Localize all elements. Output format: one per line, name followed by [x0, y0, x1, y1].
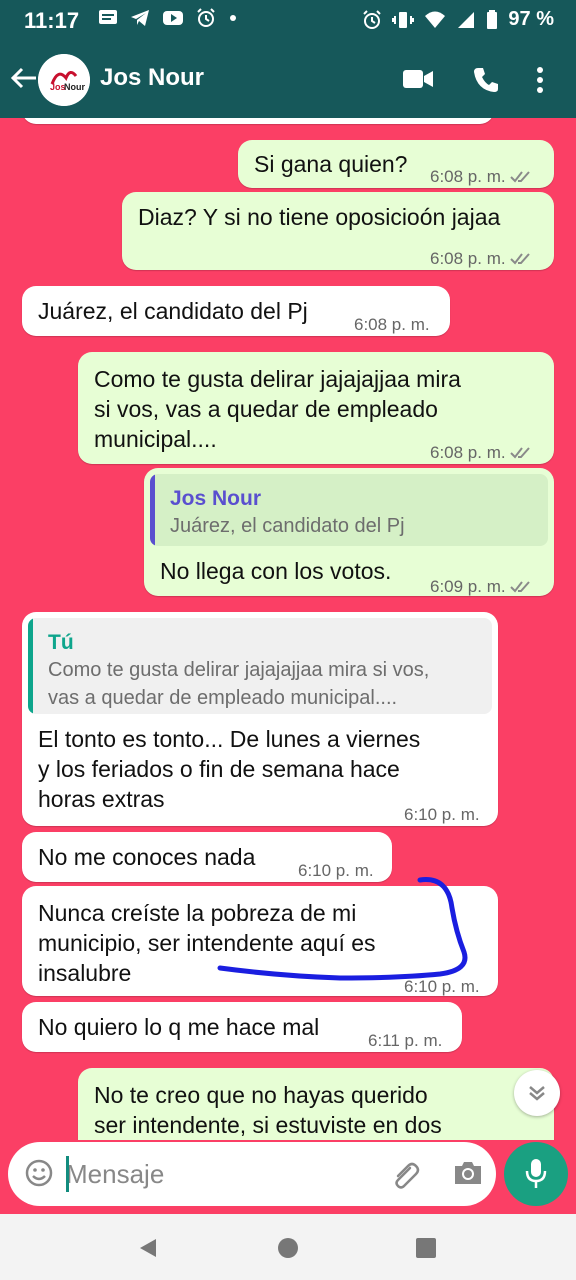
emoji-icon[interactable]	[24, 1158, 54, 1188]
vibrate-icon	[392, 11, 415, 28]
message-line: Como te gusta delirar jajajajjaa mira	[94, 366, 461, 392]
quote-author: Jos Nour	[170, 487, 262, 510]
wifi-icon	[425, 11, 446, 28]
message-bubble-incoming[interactable]: No quiero lo q me hace mal 6:11 p. m.	[22, 1002, 462, 1052]
message-line: ser intendente, si estuviste en dos	[94, 1112, 442, 1138]
message-bubble-outgoing[interactable]: Diaz? Y si no tiene oposicioón jajaa 6:0…	[122, 192, 554, 270]
phone-call-icon[interactable]	[472, 66, 500, 94]
message-text: Si gana quien?	[254, 151, 408, 177]
message-time: 6:11 p. m.	[368, 1031, 443, 1050]
alarm-icon	[363, 9, 382, 29]
battery-percent: 97 %	[508, 8, 554, 30]
message-line: municipio, ser intendente aquí es	[38, 930, 376, 956]
double-check-icon	[509, 253, 530, 265]
voice-message-button[interactable]	[504, 1142, 568, 1206]
message-time: 6:10 p. m.	[404, 977, 480, 996]
more-options-icon[interactable]	[536, 66, 544, 94]
message-bubble-outgoing-reply[interactable]: Jos Nour Juárez, el candidato del Pj No …	[144, 468, 554, 596]
message-meta: 6:11 p. m.	[368, 1026, 442, 1056]
message-meta: 6:10 p. m.	[404, 972, 480, 1002]
quote-line: Como te gusta delirar jajajajjaa mira si…	[48, 659, 430, 681]
recents-nav-icon[interactable]	[414, 1236, 438, 1260]
message-bubble-outgoing[interactable]: No te creo que no hayas querido ser inte…	[78, 1068, 554, 1140]
partial-message-bubble	[22, 118, 494, 124]
message-line: insalubre	[38, 960, 132, 986]
quote-text: Juárez, el candidato del Pj	[170, 515, 405, 537]
message-meta: 6:08 p. m.	[430, 438, 534, 468]
system-navigation-bar	[0, 1214, 576, 1280]
message-time: 6:09 p. m.	[430, 577, 506, 596]
message-line: horas extras	[38, 786, 165, 812]
message-text: No llega con los votos.	[160, 558, 392, 584]
back-arrow-icon[interactable]	[10, 64, 38, 92]
message-time: 6:10 p. m.	[298, 861, 374, 880]
svg-text:Nour: Nour	[64, 82, 85, 92]
chat-header: Jos Nour Jos Nour	[0, 44, 576, 118]
message-line: municipal....	[94, 426, 217, 452]
message-time: 6:08 p. m.	[430, 443, 506, 462]
mic-icon	[525, 1159, 547, 1188]
battery-icon	[487, 9, 498, 29]
message-bubble-incoming[interactable]: No me conoces nada 6:10 p. m.	[22, 832, 392, 882]
status-bar: 11:17 97 %	[0, 0, 576, 44]
message-line: si vos, vas a quedar de empleado	[94, 396, 438, 422]
message-line: El tonto es tonto... De lunes a viernes	[38, 726, 421, 752]
dot-icon	[230, 15, 236, 21]
youtube-icon	[163, 11, 183, 25]
message-meta: 6:08 p. m.	[430, 162, 534, 192]
attach-icon[interactable]	[390, 1158, 422, 1190]
chat-area[interactable]: Si gana quien? 6:08 p. m. Diaz? Y si no …	[0, 118, 576, 1140]
message-line: y los feriados o fin de semana hace	[38, 756, 400, 782]
camera-icon[interactable]	[452, 1158, 484, 1188]
message-meta: 6:10 p. m.	[404, 800, 480, 830]
message-text: No me conoces nada	[38, 844, 256, 870]
contact-avatar[interactable]: Jos Nour	[38, 54, 90, 106]
back-nav-icon[interactable]	[136, 1236, 160, 1260]
video-call-icon[interactable]	[402, 68, 434, 90]
message-time: 6:08 p. m.	[430, 249, 506, 268]
message-line: No te creo que no hayas querido	[94, 1082, 428, 1108]
quote-line: vas a quedar de empleado municipal....	[48, 687, 398, 709]
message-bubble-incoming-reply[interactable]: Tú Como te gusta delirar jajajajjaa mira…	[22, 612, 498, 826]
message-text: Diaz? Y si no tiene oposicioón jajaa	[138, 204, 501, 230]
quoted-message[interactable]: Jos Nour Juárez, el candidato del Pj	[150, 474, 548, 546]
message-time: 6:08 p. m.	[354, 315, 430, 334]
message-composer	[8, 1142, 496, 1206]
quote-bar	[28, 618, 33, 714]
telegram-icon	[131, 10, 149, 26]
double-check-icon	[509, 581, 530, 593]
message-time: 6:08 p. m.	[430, 167, 506, 186]
message-meta: 6:08 p. m.	[354, 310, 430, 340]
message-text: No quiero lo q me hace mal	[38, 1014, 320, 1040]
message-bubble-outgoing[interactable]: Si gana quien? 6:08 p. m.	[238, 140, 554, 188]
scroll-to-bottom-button[interactable]	[514, 1070, 560, 1116]
quote-bar	[150, 474, 155, 546]
double-check-icon	[509, 171, 530, 183]
status-time: 11:17	[24, 8, 80, 33]
message-line: Nunca creíste la pobreza de mi	[38, 900, 357, 926]
text-cursor	[66, 1156, 69, 1192]
contact-name[interactable]: Jos Nour	[100, 64, 204, 92]
message-input[interactable]	[66, 1152, 366, 1196]
message-icon	[99, 10, 117, 24]
message-time: 6:10 p. m.	[404, 805, 480, 824]
signal-icon	[458, 11, 475, 28]
message-bubble-outgoing[interactable]: Como te gusta delirar jajajajjaa mira si…	[78, 352, 554, 464]
message-meta: 6:10 p. m.	[298, 856, 374, 886]
alarm-icon	[197, 8, 215, 27]
home-nav-icon[interactable]	[276, 1236, 300, 1260]
quote-author: Tú	[48, 631, 74, 654]
message-text: Juárez, el candidato del Pj	[38, 298, 308, 324]
double-chevron-down-icon	[529, 1086, 545, 1101]
quoted-message[interactable]: Tú Como te gusta delirar jajajajjaa mira…	[28, 618, 492, 714]
message-bubble-incoming[interactable]: Nunca creíste la pobreza de mi municipio…	[22, 886, 498, 996]
message-meta: 6:08 p. m.	[430, 244, 534, 274]
message-meta: 6:09 p. m.	[430, 572, 534, 602]
double-check-icon	[509, 447, 530, 459]
message-bubble-incoming[interactable]: Juárez, el candidato del Pj 6:08 p. m.	[22, 286, 450, 336]
